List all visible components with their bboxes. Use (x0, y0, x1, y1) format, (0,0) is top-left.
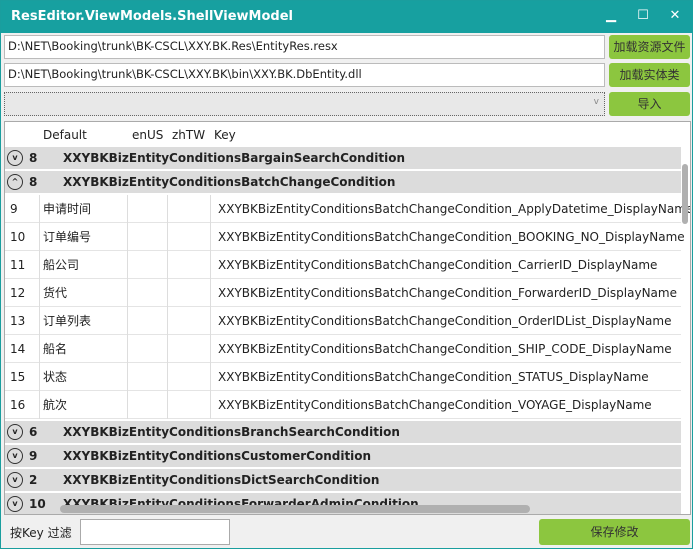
group-row[interactable]: v 2 XXYBKBizEntityConditionsDictSearchCond… (5, 469, 681, 491)
row-number: 10 (10, 230, 26, 244)
row-number: 15 (10, 370, 26, 384)
load-entity-button[interactable]: 加载实体类 (609, 63, 690, 87)
table-row[interactable]: 12 货代 XXYBKBizEntityConditionsBatchChangeC… (5, 279, 681, 307)
collapse-icon[interactable]: ^ (7, 174, 23, 190)
cell-key[interactable]: XXYBKBizEntityConditionsBatchChangeCondi… (218, 391, 652, 419)
cell-key[interactable]: XXYBKBizEntityConditionsBatchChangeCondi… (218, 335, 672, 363)
column-header-zhtw[interactable]: zhTW (172, 124, 205, 146)
table-row[interactable]: 11 船公司 XXYBKBizEntityConditionsBatchChange… (5, 251, 681, 279)
minimize-icon[interactable]: ▁ (601, 8, 621, 23)
row-number: 14 (10, 342, 26, 356)
row-number: 11 (10, 258, 26, 272)
cell-default[interactable]: 航次 (43, 391, 67, 419)
cell-default[interactable]: 船公司 (43, 251, 79, 279)
column-divider (127, 195, 128, 419)
entity-path-input[interactable]: D:\NET\Booking\trunk\BK-CSCL\XXY.BK\bin\… (4, 63, 605, 87)
cell-key[interactable]: XXYBKBizEntityConditionsBatchChangeCondi… (218, 279, 677, 307)
save-button[interactable]: 保存修改 (539, 519, 690, 545)
column-divider (39, 195, 40, 419)
import-button[interactable]: 导入 (609, 92, 690, 116)
table-row[interactable]: 15 状态 XXYBKBizEntityConditionsBatchChangeC… (5, 363, 681, 391)
column-divider (210, 195, 211, 419)
expand-icon[interactable]: v (7, 448, 23, 464)
cell-default[interactable]: 船名 (43, 335, 67, 363)
column-divider (167, 195, 168, 419)
row-number: 16 (10, 398, 26, 412)
table-row[interactable]: 13 订单列表 XXYBKBizEntityConditionsBatchChang… (5, 307, 681, 335)
group-row[interactable]: ^ 8 XXYBKBizEntityConditionsBatchChangeCon… (5, 171, 681, 193)
cell-key[interactable]: XXYBKBizEntityConditionsBatchChangeCondi… (218, 223, 685, 251)
cell-default[interactable]: 状态 (43, 363, 67, 391)
group-row[interactable]: v 9 XXYBKBizEntityConditionsCustomerCondit… (5, 445, 681, 467)
load-resource-button[interactable]: 加载资源文件 (609, 35, 690, 59)
cell-key[interactable]: XXYBKBizEntityConditionsBatchChangeCondi… (218, 307, 671, 335)
vertical-scrollbar[interactable] (682, 164, 688, 224)
filter-input[interactable] (80, 519, 230, 545)
cell-key[interactable]: XXYBKBizEntityConditionsBatchChangeCondi… (218, 251, 657, 279)
table-row[interactable]: 14 船名 XXYBKBizEntityConditionsBatchChangeC… (5, 335, 681, 363)
group-row[interactable]: v 6 XXYBKBizEntityConditionsBranchSearchCo… (5, 421, 681, 443)
cell-default[interactable]: 订单编号 (43, 223, 91, 251)
group-row[interactable]: v 8 XXYBKBizEntityConditionsBargainSearchC… (5, 147, 681, 169)
cell-default[interactable]: 订单列表 (43, 307, 91, 335)
expand-icon[interactable]: v (7, 472, 23, 488)
horizontal-scrollbar[interactable] (60, 505, 530, 513)
window-title: ResEditor.ViewModels.ShellViewModel (11, 9, 293, 24)
filter-label: 按Key 过滤 (10, 526, 72, 540)
table-row[interactable]: 10 订单编号 XXYBKBizEntityConditionsBatchChang… (5, 223, 685, 251)
resource-grid: Default enUS zhTW Key v 8 XXYBKBizEntityCo… (4, 121, 691, 515)
cell-default[interactable]: 货代 (43, 279, 67, 307)
expand-icon[interactable]: v (7, 424, 23, 440)
cell-key[interactable]: XXYBKBizEntityConditionsBatchChangeCondi… (218, 195, 690, 223)
title-bar: ResEditor.ViewModels.ShellViewModel ▁ ☐ … (1, 1, 693, 33)
column-header-key[interactable]: Key (214, 124, 236, 146)
maximize-icon[interactable]: ☐ (633, 8, 653, 23)
resource-path-input[interactable]: D:\NET\Booking\trunk\BK-CSCL\XXY.BK.Res\… (4, 35, 605, 59)
table-row[interactable]: 9 申请时间 XXYBKBizEntityConditionsBatchChange… (5, 195, 690, 223)
expand-icon[interactable]: v (7, 496, 23, 512)
column-header-enus[interactable]: enUS (132, 124, 163, 146)
row-number: 9 (10, 202, 18, 216)
table-row[interactable]: 16 航次 XXYBKBizEntityConditionsBatchChangeC… (5, 391, 681, 419)
expand-icon[interactable]: v (7, 150, 23, 166)
row-number: 13 (10, 314, 26, 328)
close-icon[interactable]: ✕ (665, 8, 685, 23)
cell-default[interactable]: 申请时间 (43, 195, 91, 223)
chevron-down-icon: v (593, 97, 599, 107)
cell-key[interactable]: XXYBKBizEntityConditionsBatchChangeCondi… (218, 363, 649, 391)
class-combobox[interactable]: v (4, 92, 605, 116)
row-number: 12 (10, 286, 26, 300)
column-header-default[interactable]: Default (43, 124, 87, 146)
